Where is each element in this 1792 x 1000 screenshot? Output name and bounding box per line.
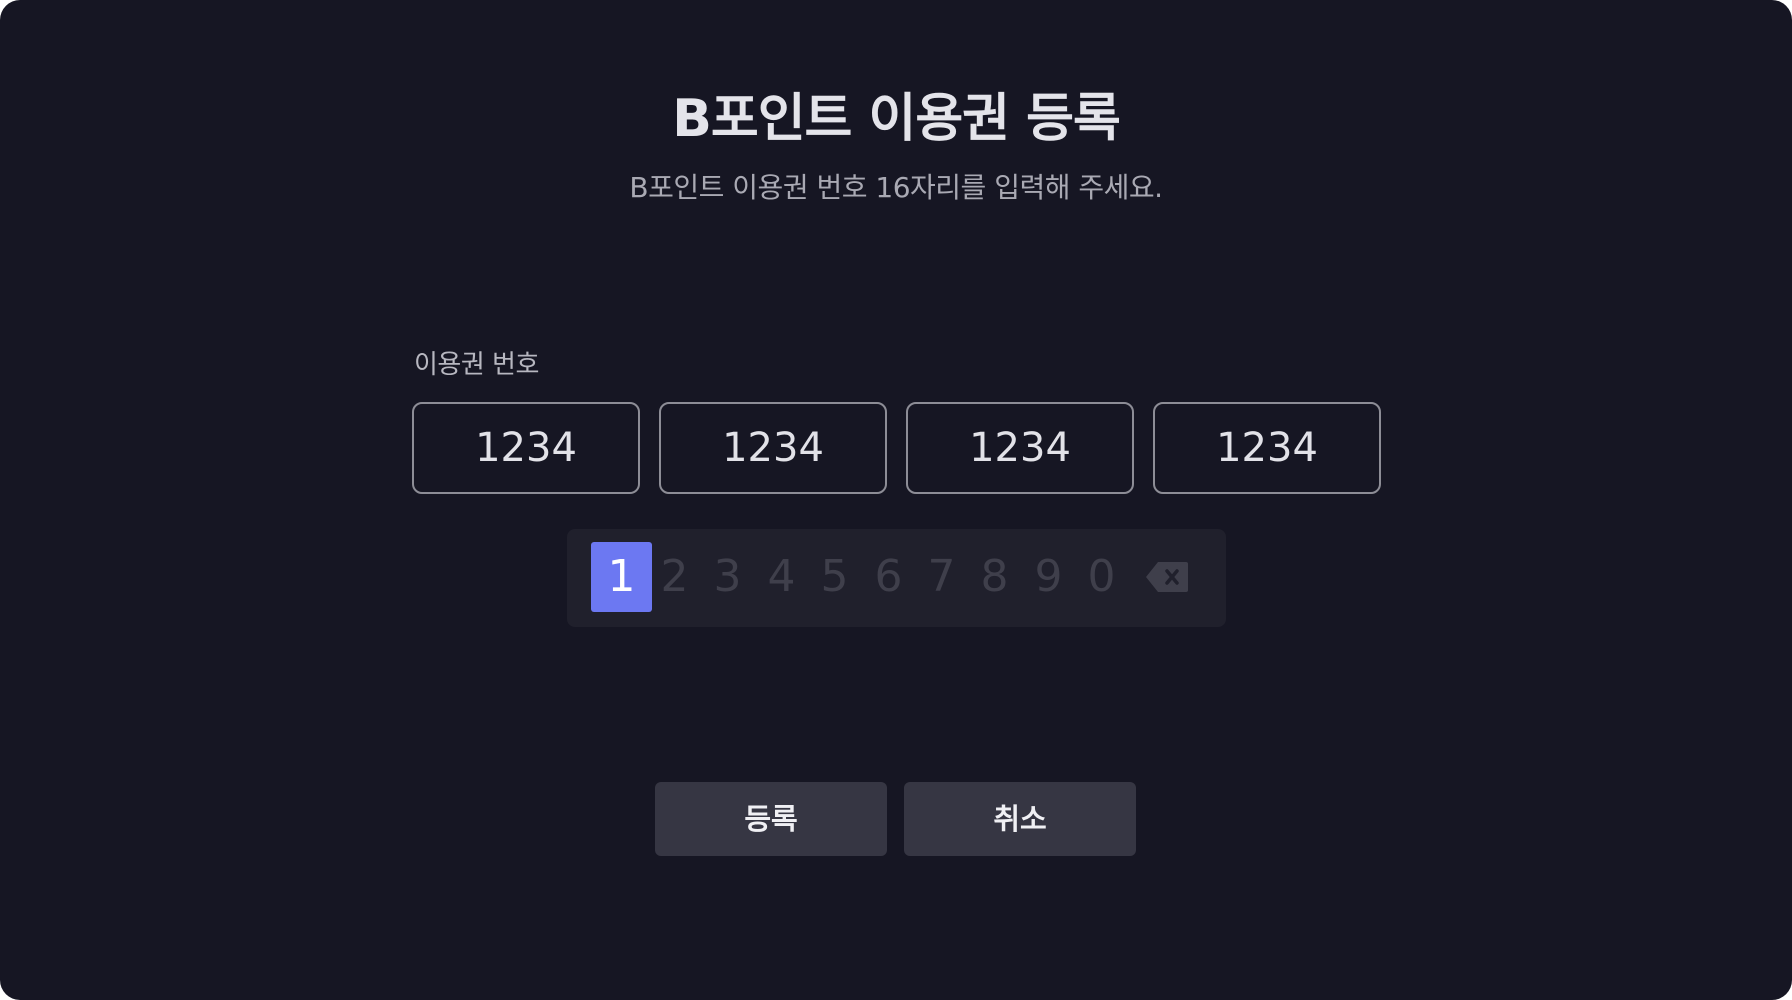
dialog-screen: B포인트 이용권 등록 B포인트 이용권 번호 16자리를 입력해 주세요. 이… bbox=[0, 0, 1792, 1000]
keypad-key-0[interactable]: 0 bbox=[1071, 542, 1132, 612]
cancel-button[interactable]: 취소 bbox=[904, 782, 1136, 856]
keypad-key-8[interactable]: 8 bbox=[964, 542, 1025, 612]
code-segment-2-input[interactable]: 1234 bbox=[659, 402, 887, 494]
keypad-key-9[interactable]: 9 bbox=[1018, 542, 1079, 612]
register-button[interactable]: 등록 bbox=[655, 782, 887, 856]
voucher-number-label: 이용권 번호 bbox=[414, 350, 539, 380]
keypad-key-6[interactable]: 6 bbox=[858, 542, 919, 612]
number-keypad: 1 2 3 4 5 6 7 8 9 0 bbox=[567, 529, 1226, 627]
backspace-icon[interactable] bbox=[1144, 560, 1190, 594]
code-segment-3-input[interactable]: 1234 bbox=[906, 402, 1134, 494]
page-subtitle: B포인트 이용권 번호 16자리를 입력해 주세요. bbox=[629, 171, 1163, 204]
keypad-key-3[interactable]: 3 bbox=[697, 542, 758, 612]
code-segment-4-input[interactable]: 1234 bbox=[1153, 402, 1381, 494]
keypad-key-2[interactable]: 2 bbox=[644, 542, 705, 612]
code-segment-1-input[interactable]: 1234 bbox=[412, 402, 640, 494]
page-title: B포인트 이용권 등록 bbox=[672, 89, 1121, 149]
keypad-key-7[interactable]: 7 bbox=[911, 542, 972, 612]
keypad-key-1[interactable]: 1 bbox=[591, 542, 652, 612]
keypad-key-5[interactable]: 5 bbox=[804, 542, 865, 612]
keypad-key-4[interactable]: 4 bbox=[751, 542, 812, 612]
